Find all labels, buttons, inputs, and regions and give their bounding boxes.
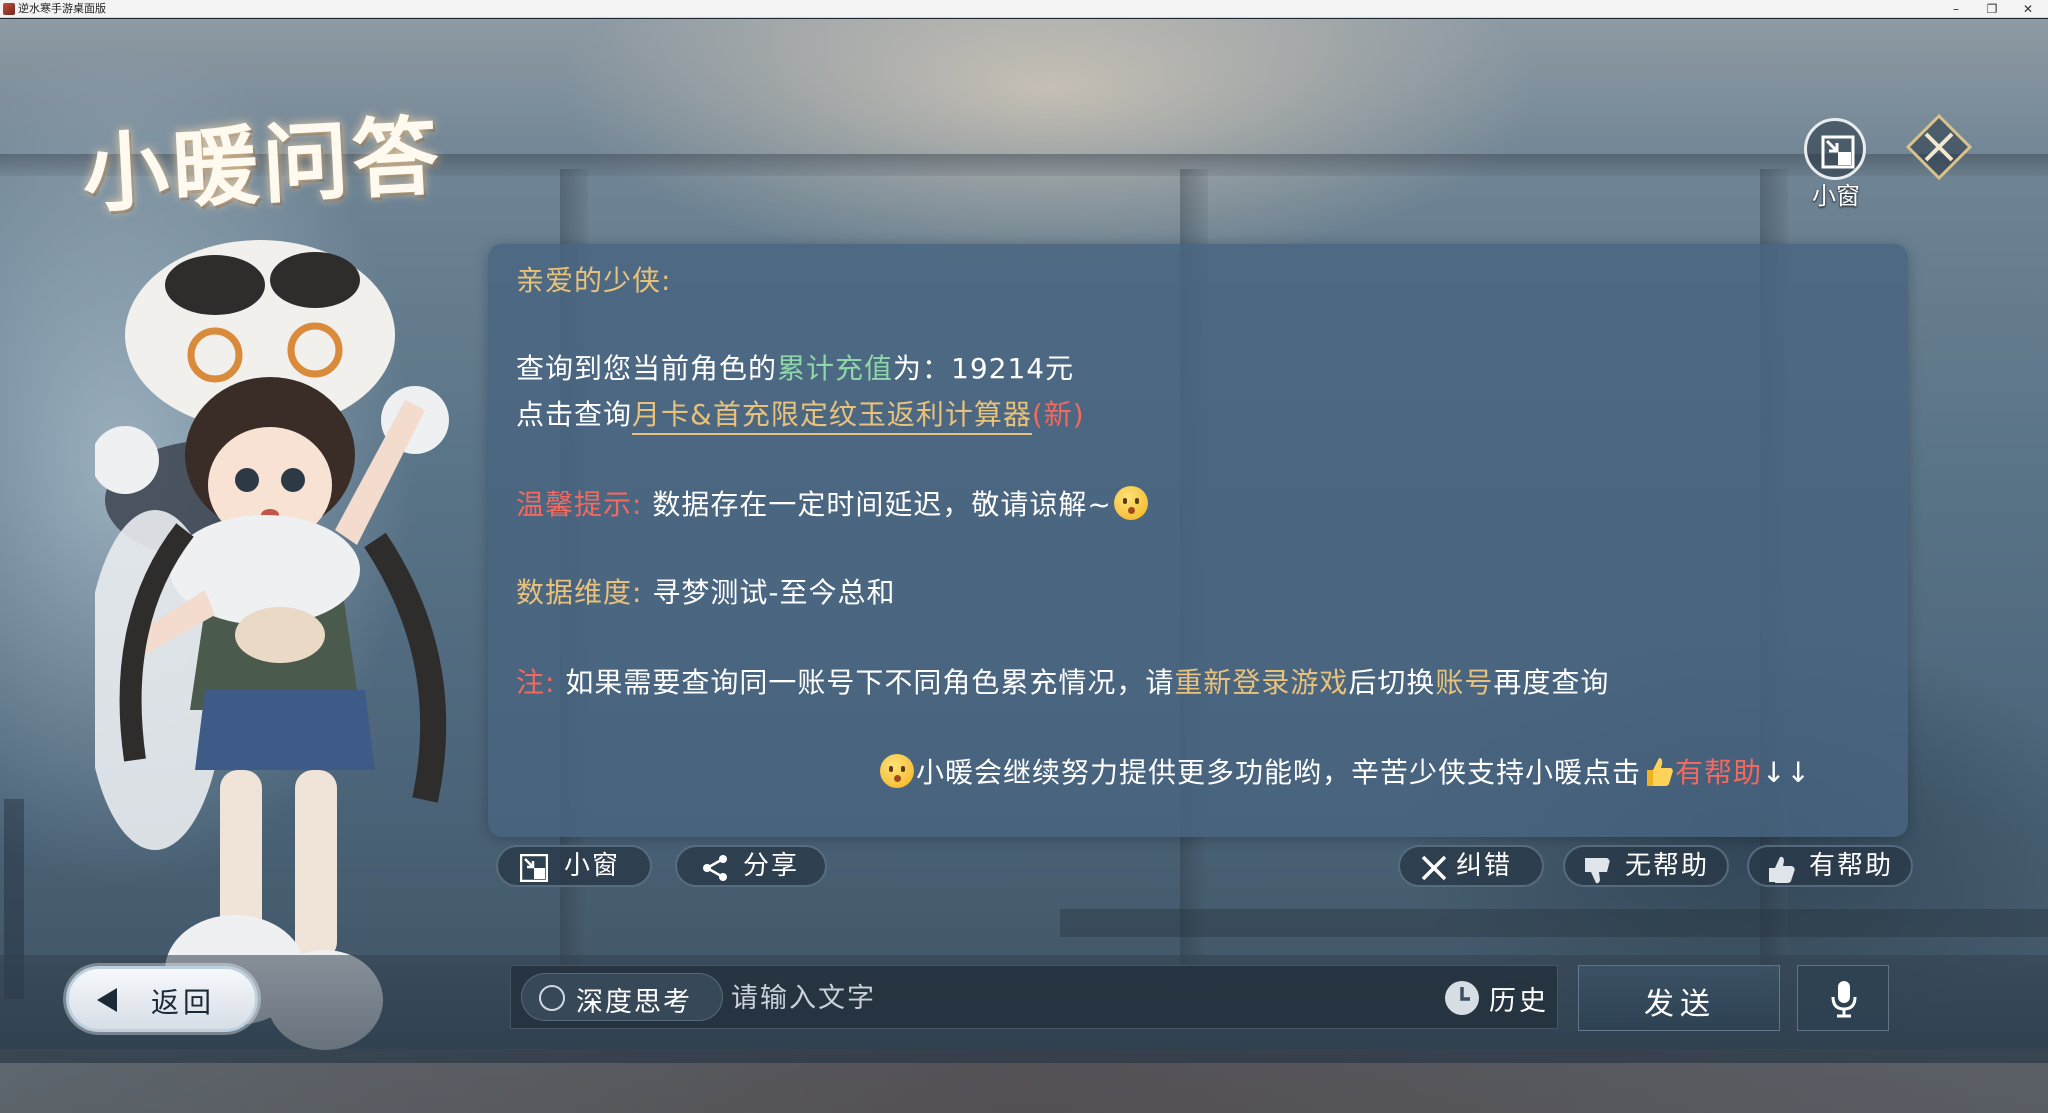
note-prefix: 如果需要查询同一账号下不同角色累充情况，请 — [565, 666, 1175, 699]
chat-input-bar: 深度思考 历史 — [510, 965, 1558, 1029]
calculator-prefix: 点击查询 — [516, 398, 633, 431]
correct-button-label: 纠错 — [1456, 851, 1513, 881]
footer-arrows: ↓↓ — [1762, 756, 1811, 789]
note-relogin: 重新登录游戏 — [1174, 666, 1349, 699]
recharge-line: 查询到您当前角色的累计充值为：19214元 — [516, 351, 1074, 387]
deep-think-label: 深度思考 — [576, 987, 692, 1018]
recharge-amount: 为：19214元 — [893, 352, 1075, 385]
calculator-link[interactable]: 月卡&首充限定纹玉返利计算器 — [632, 398, 1032, 435]
cross-icon — [1421, 855, 1447, 881]
share-button[interactable]: 分享 — [675, 845, 827, 887]
window-title: 逆水寒手游桌面版 — [18, 2, 106, 15]
microphone-button[interactable] — [1797, 965, 1889, 1031]
recharge-highlight: 累计充值 — [777, 352, 894, 385]
note-line: 注: 如果需要查询同一账号下不同角色累充情况，请重新登录游戏后切换账号再度查询 — [516, 665, 1609, 701]
note-account: 账号 — [1435, 666, 1494, 699]
answer-bubble: 亲爱的少侠: 查询到您当前角色的累计充值为：19214元 点击查询月卡&首充限定… — [488, 244, 1908, 837]
question-input[interactable] — [731, 976, 1331, 1020]
helpful-button-label: 有帮助 — [1809, 851, 1894, 881]
not-helpful-button[interactable]: 无帮助 — [1563, 845, 1729, 887]
restore-icon[interactable]: ❐ — [1974, 0, 2010, 18]
greeting-text: 亲爱的少侠: — [516, 264, 672, 297]
clock-icon — [1445, 981, 1479, 1015]
send-button[interactable]: 发送 — [1578, 965, 1780, 1031]
page-title: 小暖问答 — [80, 105, 445, 226]
back-arrow-icon — [97, 988, 117, 1012]
thumbs-up-emoji-icon — [1647, 758, 1673, 786]
thumbs-up-icon — [1769, 856, 1795, 883]
background-railing — [1060, 909, 2048, 937]
dimension-line: 数据维度: 寻梦测试-至今总和 — [516, 575, 895, 611]
minimize-icon[interactable]: – — [1938, 0, 1974, 18]
mini-window-label: 小窗 — [1812, 182, 1860, 210]
thumbs-down-icon — [1585, 858, 1610, 884]
mini-window-button-label: 小窗 — [564, 851, 621, 881]
mini-window-icon — [1804, 118, 1866, 180]
recharge-prefix: 查询到您当前角色的 — [516, 352, 778, 385]
deep-think-toggle[interactable]: 深度思考 — [521, 973, 723, 1021]
new-tag: (新) — [1031, 398, 1085, 431]
calculator-line: 点击查询月卡&首充限定纹玉返利计算器(新) — [516, 397, 1085, 435]
note-label: 注: — [516, 666, 556, 699]
mini-window-button[interactable]: 小窗 — [496, 845, 652, 887]
footer-text: 小暖会继续努力提供更多功能哟，辛苦少侠支持小暖点击 — [916, 756, 1642, 789]
note-mid: 后切换 — [1348, 666, 1436, 699]
back-button[interactable]: 返回 — [66, 966, 258, 1032]
footer-helpful: 有帮助 — [1675, 756, 1763, 789]
tip-line: 温馨提示: 数据存在一定时间延迟，敬请谅解~ — [516, 486, 1150, 523]
blush-emoji-icon — [880, 754, 914, 788]
app-icon — [3, 3, 15, 15]
correct-button[interactable]: 纠错 — [1398, 845, 1544, 887]
mini-window-toggle[interactable]: 小窗 — [1803, 118, 1869, 210]
helpful-button[interactable]: 有帮助 — [1747, 845, 1913, 887]
note-suffix: 再度查询 — [1493, 666, 1610, 699]
not-helpful-button-label: 无帮助 — [1625, 851, 1710, 881]
blush-emoji-icon — [1113, 486, 1148, 520]
tip-label: 温馨提示: — [516, 488, 643, 521]
character-illustration — [95, 240, 449, 1050]
history-label: 历史 — [1489, 986, 1549, 1017]
dimension-text: 寻梦测试-至今总和 — [652, 576, 896, 609]
dimension-label: 数据维度: — [516, 576, 643, 609]
window-titlebar: 逆水寒手游桌面版 – ❐ ✕ — [0, 0, 2048, 18]
close-icon[interactable]: ✕ — [2010, 0, 2046, 18]
share-button-label: 分享 — [743, 851, 800, 881]
radio-circle-icon — [539, 985, 565, 1011]
diamond-close-icon[interactable] — [1906, 114, 1972, 180]
send-button-label: 发送 — [1644, 987, 1716, 1022]
share-icon — [703, 855, 727, 881]
history-button[interactable]: 历史 — [1439, 976, 1551, 1020]
mini-window-icon — [520, 854, 548, 882]
tip-text: 数据存在一定时间延迟，敬请谅解~ — [652, 488, 1112, 521]
back-button-label: 返回 — [151, 986, 216, 1019]
microphone-icon — [1831, 981, 1857, 1018]
footer-line: 小暖会继续努力提供更多功能哟，辛苦少侠支持小暖点击 有帮助↓↓ — [878, 754, 1811, 791]
